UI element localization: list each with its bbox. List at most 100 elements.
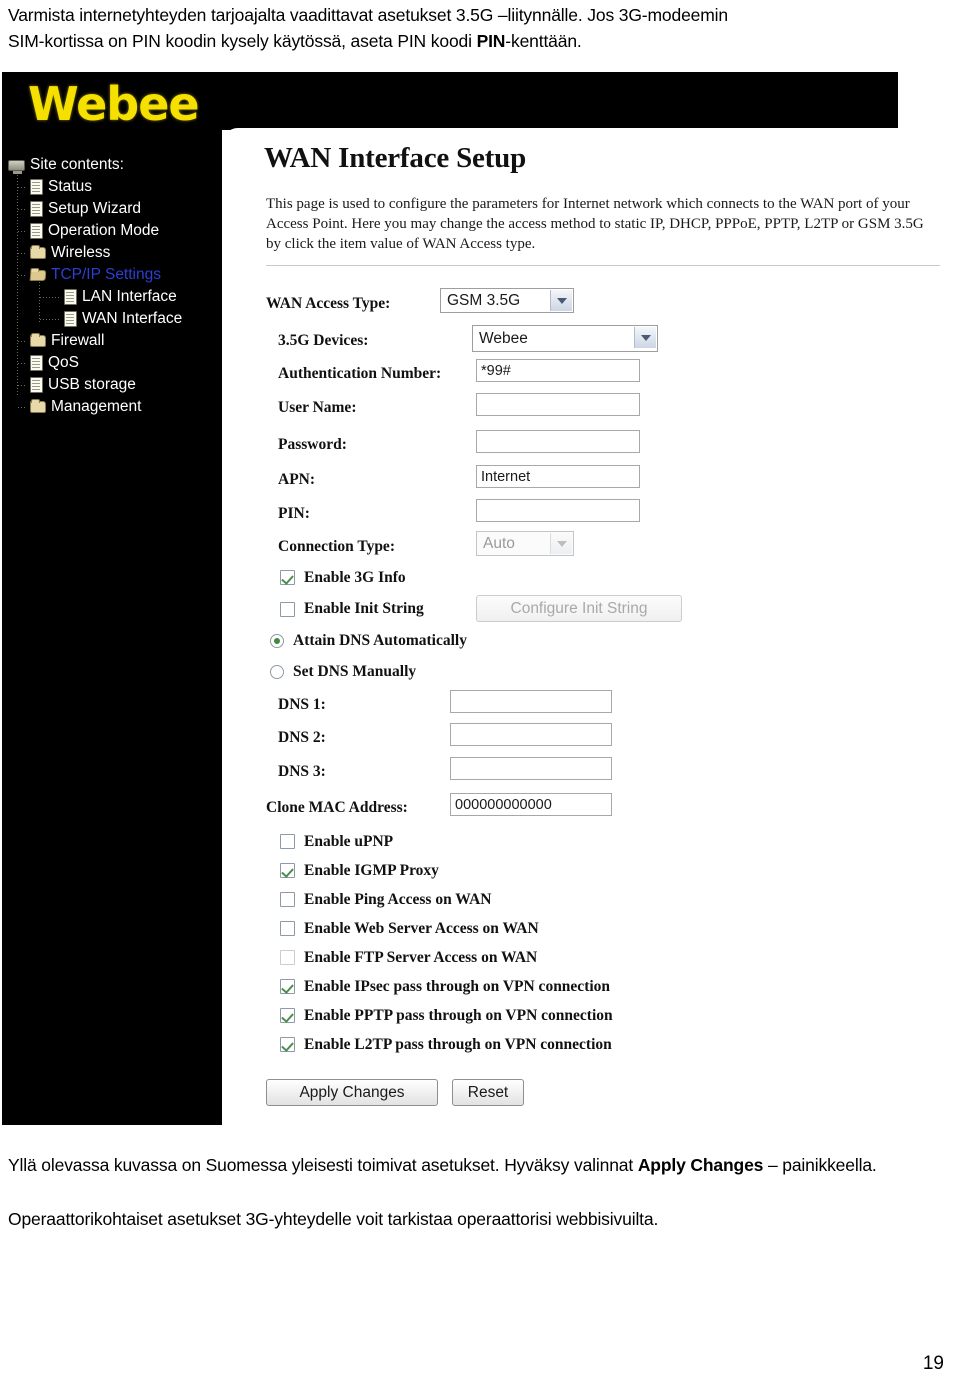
set-dns-manually-radio[interactable] [270,664,284,679]
pin-input-wrap[interactable] [476,499,640,522]
apn-input-wrap[interactable] [476,465,640,488]
option-row-web-server-access[interactable]: Enable Web Server Access on WAN [280,914,940,943]
attain-dns-auto-row[interactable]: Attain DNS Automatically [270,626,940,656]
outro-apply-changes-emphasis: Apply Changes [637,1155,764,1175]
sidebar-item-wan-interface[interactable]: WAN Interface [8,308,220,330]
dns1-input-wrap[interactable] [450,690,612,713]
user-name-label: User Name: [278,399,357,416]
sidebar-item-lan-interface[interactable]: LAN Interface [8,286,220,308]
apn-input[interactable] [476,465,640,488]
intro-pin-emphasis: PIN [476,31,506,51]
sidebar-item-firewall[interactable]: Firewall [8,330,220,352]
dns3-input-wrap[interactable] [450,757,612,780]
sidebar-item-label: Operation Mode [48,222,160,239]
form-row-user-name: User Name: [222,392,940,429]
form-actions: Apply Changes Reset [266,1079,940,1106]
sidebar-item-qos[interactable]: QoS [8,352,220,374]
connection-type-value: Auto [483,534,515,552]
sidebar-item-site-contents: Site contents: [8,154,220,176]
enable-igmp-proxy-checkbox[interactable] [280,863,295,878]
sidebar-item-label: Firewall [51,332,105,349]
enable-3g-info-checkbox[interactable] [280,570,295,585]
wan-access-type-value: GSM 3.5G [447,291,521,309]
user-name-input[interactable] [476,393,640,416]
enable-3g-info-row[interactable]: Enable 3G Info [280,563,940,592]
option-row-upnp[interactable]: Enable uPNP [280,827,940,856]
reset-button[interactable]: Reset [452,1079,524,1106]
sidebar-item-setup-wizard[interactable]: Setup Wizard [8,198,220,220]
folder-icon [30,399,46,413]
apply-changes-button[interactable]: Apply Changes [266,1079,438,1106]
intro-line-1: Varmista internetyhteyden tarjoajalta va… [8,5,728,25]
tree-tick [18,253,27,254]
dns2-input[interactable] [450,723,612,746]
outro-paragraph-1: Yllä olevassa kuvassa on Suomessa yleise… [8,1152,938,1179]
enable-init-string-row[interactable]: Enable Init String Configure Init String [280,592,940,626]
enable-ipsec-passthrough-checkbox[interactable] [280,979,295,994]
option-row-ping-access[interactable]: Enable Ping Access on WAN [280,885,940,914]
option-row-ftp-server-access[interactable]: Enable FTP Server Access on WAN [280,943,940,972]
dns2-input-wrap[interactable] [450,723,612,746]
devices-select-wrap[interactable]: Webee [472,325,658,352]
enable-pptp-passthrough-checkbox[interactable] [280,1008,295,1023]
enable-ping-access-checkbox[interactable] [280,892,295,907]
chevron-down-icon[interactable] [634,327,656,348]
intro-line-2-pre: SIM-kortissa on PIN koodin kysely käytös… [8,31,477,51]
clone-mac-input-wrap[interactable] [450,793,612,816]
clone-mac-input[interactable] [450,793,612,816]
auth-number-input[interactable] [476,359,640,382]
sidebar-item-operation-mode[interactable]: Operation Mode [8,220,220,242]
dns3-label: DNS 3: [278,763,326,780]
option-label: Enable IGMP Proxy [304,861,439,879]
chevron-down-icon[interactable] [550,290,572,311]
sidebar-item-label: Status [48,178,92,195]
auth-number-label: Authentication Number: [278,365,442,382]
enable-init-string-checkbox[interactable] [280,601,295,617]
enable-l2tp-passthrough-checkbox[interactable] [280,1037,295,1052]
configure-init-string-button: Configure Init String [476,595,682,622]
clone-mac-label: Clone MAC Address: [266,799,408,816]
tree-tick [18,275,27,276]
tree-tick [18,187,27,188]
enable-web-server-access-checkbox[interactable] [280,921,295,936]
tree-tick [18,363,27,364]
option-row-igmp-proxy[interactable]: Enable IGMP Proxy [280,856,940,885]
webee-logo: Webee [28,77,200,131]
page-title: WAN Interface Setup [264,142,527,174]
option-row-pptp-passthrough[interactable]: Enable PPTP pass through on VPN connecti… [280,1001,940,1030]
dns3-input[interactable] [450,757,612,780]
option-label: Enable L2TP pass through on VPN connecti… [304,1035,612,1053]
attain-dns-auto-radio[interactable] [270,634,284,648]
wan-access-type-label: WAN Access Type: [266,295,391,312]
outro-paragraphs: Yllä olevassa kuvassa on Suomessa yleise… [8,1152,938,1233]
password-input-wrap[interactable] [476,430,640,453]
dns2-label: DNS 2: [278,729,326,746]
option-label: Enable PPTP pass through on VPN connecti… [304,1006,613,1024]
sidebar-item-tcpip-settings[interactable]: TCP/IP Settings [8,264,220,286]
sidebar-item-wireless[interactable]: Wireless [8,242,220,264]
sidebar-item-management[interactable]: Management [8,396,220,418]
devices-select[interactable]: Webee [472,325,658,352]
user-name-input-wrap[interactable] [476,393,640,416]
sidebar-item-status[interactable]: Status [8,176,220,198]
enable-upnp-checkbox[interactable] [280,834,295,849]
wan-access-type-select[interactable]: GSM 3.5G [440,288,574,313]
sidebar-item-usb-storage[interactable]: USB storage [8,374,220,396]
connection-type-label: Connection Type: [278,538,395,555]
option-row-l2tp-passthrough[interactable]: Enable L2TP pass through on VPN connecti… [280,1030,940,1059]
password-input[interactable] [476,430,640,453]
sidebar-item-label: USB storage [48,376,136,393]
sidebar-item-label: TCP/IP Settings [51,266,161,283]
option-row-ipsec-passthrough[interactable]: Enable IPsec pass through on VPN connect… [280,972,940,1001]
chevron-down-icon [550,533,572,554]
outro-paragraph-2: Operaattorikohtaiset asetukset 3G-yhteyd… [8,1209,659,1229]
enable-ftp-server-access-checkbox[interactable] [280,950,295,965]
auth-number-input-wrap[interactable] [476,359,640,382]
pin-input[interactable] [476,499,640,522]
set-dns-manually-row[interactable]: Set DNS Manually [270,656,940,687]
sidebar-item-label: Site contents: [30,156,124,173]
wan-access-type-select-wrap[interactable]: GSM 3.5G [440,288,574,313]
dns1-input[interactable] [450,690,612,713]
document-icon [30,201,43,217]
sidebar-item-label: Wireless [51,244,111,261]
